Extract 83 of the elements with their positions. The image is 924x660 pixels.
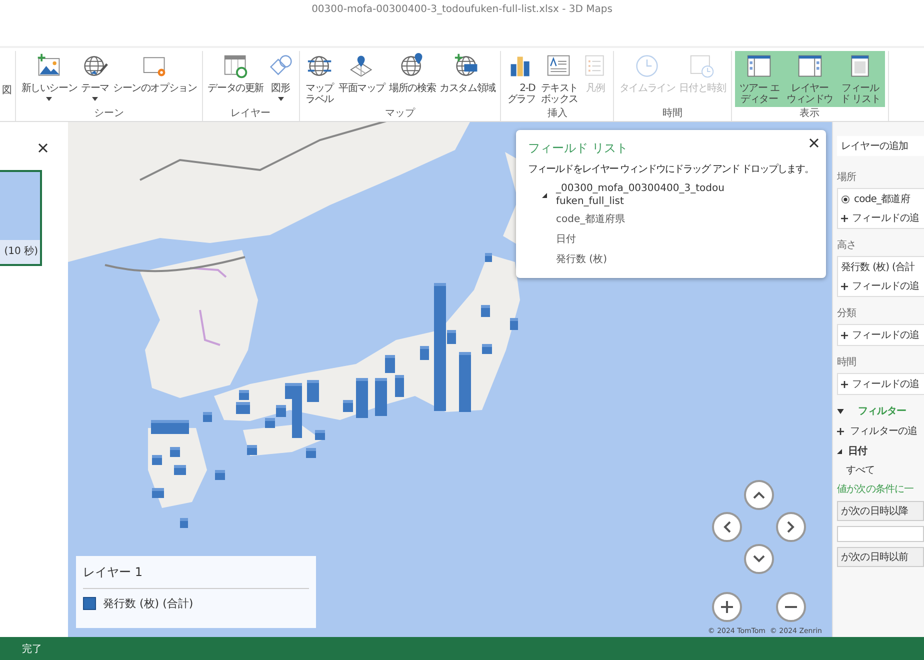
close-icon xyxy=(38,143,48,153)
picture-plus-icon xyxy=(36,53,62,79)
section-heading: 時間 xyxy=(837,356,858,369)
plus-icon xyxy=(721,601,733,613)
expand-caret-icon[interactable] xyxy=(837,448,842,454)
globe-brush-icon xyxy=(82,53,108,79)
text-box-icon xyxy=(546,53,572,79)
condition-dropdown[interactable]: が次の日時以前 xyxy=(837,547,924,567)
ribbon-button[interactable]: データの更新 xyxy=(206,51,266,96)
ribbon-button[interactable]: 2-Dグラフ xyxy=(504,51,538,107)
group-label: マップ xyxy=(384,107,415,121)
chevron-left-icon xyxy=(723,521,731,533)
ribbon-button[interactable]: テキストボックス xyxy=(538,51,580,107)
condition-dropdown[interactable]: が次の日時以降 xyxy=(837,501,924,521)
window-title: 00300-mofa-00300400-3_todoufuken-full-list.xlsx - 3D Maps xyxy=(312,4,612,17)
legend-swatch xyxy=(83,597,96,610)
map-placeholder xyxy=(0,172,40,240)
expand-caret-icon[interactable] xyxy=(542,192,547,198)
section-heading: 高さ xyxy=(837,238,858,252)
caret-icon xyxy=(92,97,98,101)
scene-thumbnail[interactable]: (10 秒) xyxy=(0,170,42,266)
filter-value: すべて xyxy=(846,464,876,477)
field-item[interactable]: 日付 xyxy=(556,232,814,246)
add-field-link[interactable]: フィールドの追 xyxy=(852,211,920,225)
ribbon-button[interactable]: ツアー エディター xyxy=(734,51,784,107)
scene-duration: (10 秒) xyxy=(3,244,39,259)
status-text: 完了 xyxy=(22,642,42,656)
group-label: シーン xyxy=(94,107,124,121)
globe-icon xyxy=(306,53,333,79)
ribbon-button[interactable]: 新しいシーン xyxy=(19,51,80,103)
field-name: 発行数 (枚) (合計 xyxy=(841,260,915,274)
radio-button[interactable] xyxy=(841,194,850,204)
ribbon-button[interactable]: シーンのオプション xyxy=(111,51,199,96)
plus-icon xyxy=(841,214,848,222)
ribbon-button[interactable]: レイヤーウィンドウ xyxy=(784,51,836,107)
panel-left-icon xyxy=(746,53,772,79)
table-name[interactable]: _00300_mofa_00300400_3_todoufuken_full_list xyxy=(556,182,726,208)
caret-icon xyxy=(46,97,52,101)
chevron-down-icon xyxy=(753,555,765,563)
panel-title: フィールド リスト xyxy=(528,140,629,157)
field-name: code_都道府 xyxy=(854,192,910,206)
legend-title: レイヤー 1 xyxy=(83,564,309,589)
ribbon-button[interactable]: 図形 xyxy=(266,51,296,103)
field-item[interactable]: code_都道府県 xyxy=(556,212,814,226)
panel-right-icon xyxy=(796,53,823,79)
chevron-right-icon xyxy=(787,521,795,533)
instructions-text: フィールドをレイヤー ウィンドウにドラッグ アンド ドロップします。 xyxy=(528,163,814,176)
map-pin-icon xyxy=(348,53,375,79)
plus-icon xyxy=(837,428,844,434)
table-refresh-icon xyxy=(222,53,249,79)
section-heading: 場所 xyxy=(837,170,858,184)
add-field-link[interactable]: フィールドの追 xyxy=(852,279,920,293)
clock-icon xyxy=(634,53,660,79)
legend-label: 発行数 (枚) (合計) xyxy=(103,596,194,611)
ribbon-button[interactable]: マップラベル xyxy=(302,51,337,107)
ribbon-button[interactable]: フィールド リスト xyxy=(836,51,885,107)
group-label: 時間 xyxy=(662,107,683,121)
ribbon-button[interactable]: 図 xyxy=(0,51,14,98)
close-icon xyxy=(809,138,819,148)
add-filter-link[interactable]: フィルターの追 xyxy=(850,424,918,438)
add-field-link[interactable]: フィールドの追 xyxy=(852,328,920,342)
ribbon-button[interactable]: 平面マップ xyxy=(336,51,388,96)
chevron-up-icon xyxy=(753,491,765,499)
ribbon-button[interactable]: 場所の検索 xyxy=(387,51,438,96)
group-label: 表示 xyxy=(800,107,820,121)
calendar-clock-icon xyxy=(689,53,716,79)
add-field-link[interactable]: フィールドの追 xyxy=(852,377,920,391)
group-label: 挿入 xyxy=(547,107,568,121)
add-layer-button[interactable]: レイヤーの追加 xyxy=(837,136,924,156)
plus-icon xyxy=(841,332,848,338)
ribbon-button[interactable]: カスタム領域 xyxy=(438,51,498,96)
collapse-caret-icon[interactable] xyxy=(837,408,844,414)
minus-icon xyxy=(785,606,797,608)
caret-icon xyxy=(278,97,284,101)
plus-icon xyxy=(841,380,848,388)
section-heading: 分類 xyxy=(837,306,858,320)
condition-label: 値が次の条件に一 xyxy=(837,483,915,496)
field-item[interactable]: 発行数 (枚) xyxy=(556,252,814,266)
ribbon-button[interactable]: テーマ xyxy=(79,51,112,103)
date-input-field[interactable] xyxy=(837,526,924,542)
filter-name: 日付 xyxy=(848,444,868,458)
plus-icon xyxy=(841,282,848,290)
group-label: レイヤー xyxy=(230,107,271,121)
